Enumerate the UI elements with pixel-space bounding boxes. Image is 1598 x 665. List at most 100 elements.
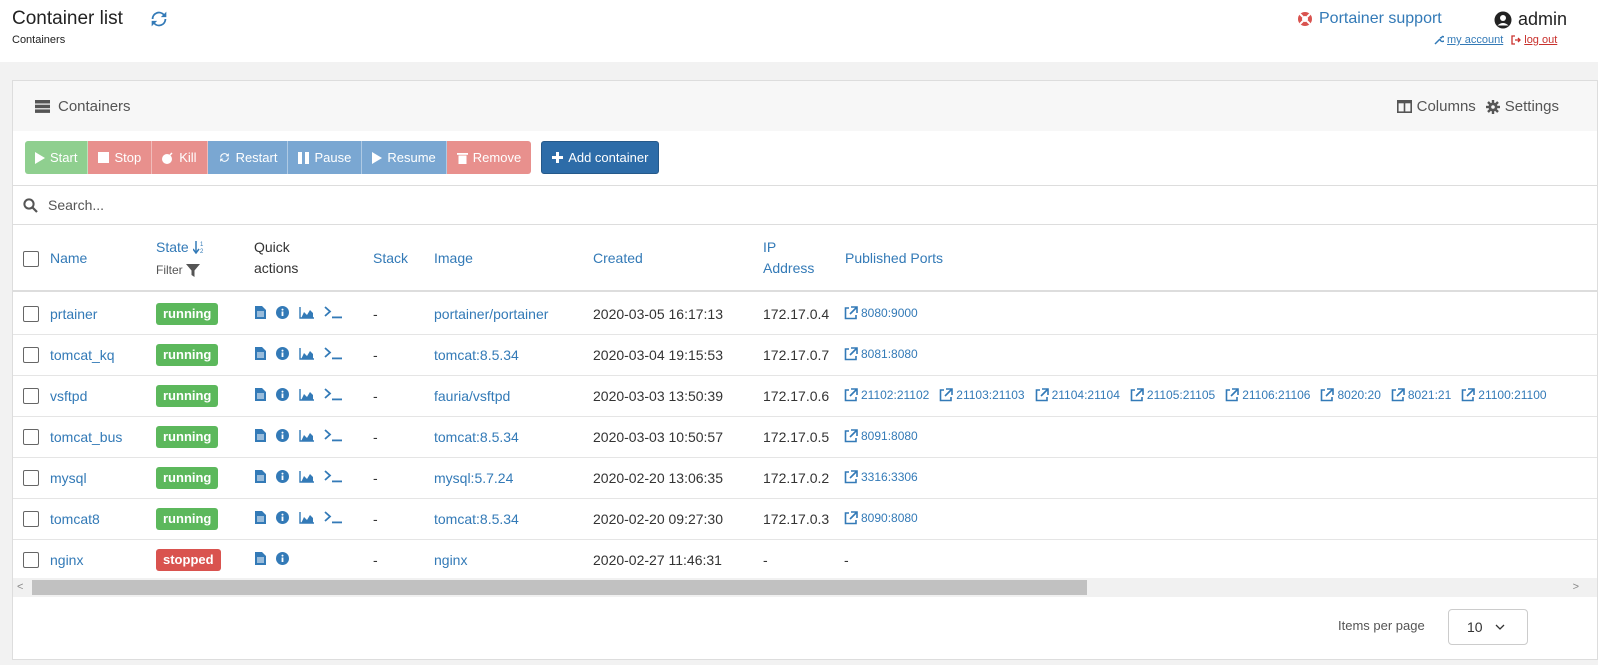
terminal-icon[interactable] xyxy=(324,347,342,360)
published-port-link[interactable]: 8021:21 xyxy=(1391,388,1451,402)
log-out-link[interactable]: log out xyxy=(1511,34,1557,46)
stop-button[interactable]: Stop xyxy=(88,141,153,174)
info-circle-icon[interactable] xyxy=(276,429,289,442)
row-checkbox[interactable] xyxy=(23,388,39,404)
area-chart-icon[interactable] xyxy=(299,388,314,401)
area-chart-icon[interactable] xyxy=(299,511,314,524)
area-chart-icon[interactable] xyxy=(299,470,314,483)
column-ip-1[interactable]: IP xyxy=(763,239,776,255)
image-link[interactable]: portainer/portainer xyxy=(434,306,548,322)
published-port-link[interactable]: 3316:3306 xyxy=(844,470,918,484)
published-port-link[interactable]: 8091:8080 xyxy=(844,429,918,443)
container-name-link[interactable]: tomcat_kq xyxy=(50,347,115,363)
quick-actions xyxy=(255,429,342,442)
resume-button[interactable]: Resume xyxy=(362,141,447,174)
image-link[interactable]: mysql:5.7.24 xyxy=(434,470,513,486)
kill-button[interactable]: Kill xyxy=(152,141,208,174)
refresh-icon[interactable] xyxy=(148,8,170,30)
stack-value: - xyxy=(373,552,378,568)
row-checkbox[interactable] xyxy=(23,511,39,527)
info-circle-icon[interactable] xyxy=(276,470,289,483)
container-name-link[interactable]: prtainer xyxy=(50,306,97,322)
image-link[interactable]: tomcat:8.5.34 xyxy=(434,429,519,445)
file-icon[interactable] xyxy=(255,470,266,483)
remove-button[interactable]: Remove xyxy=(446,141,532,174)
filter-icon xyxy=(185,263,200,277)
file-icon[interactable] xyxy=(255,511,266,524)
scrollbar-thumb[interactable] xyxy=(32,580,1087,595)
terminal-icon[interactable] xyxy=(324,306,342,319)
horizontal-scrollbar[interactable]: < > xyxy=(13,578,1597,597)
published-port-link[interactable]: 21104:21104 xyxy=(1035,388,1120,402)
image-link[interactable]: nginx xyxy=(434,552,467,568)
column-published-ports[interactable]: Published Ports xyxy=(845,250,943,266)
published-port-link[interactable]: 8081:8080 xyxy=(844,347,918,361)
published-port-link[interactable]: 21105:21105 xyxy=(1130,388,1215,402)
portainer-support-link[interactable]: Portainer support xyxy=(1297,10,1442,28)
file-icon[interactable] xyxy=(255,347,266,360)
page-title: Container list xyxy=(12,8,123,29)
area-chart-icon[interactable] xyxy=(299,347,314,360)
scroll-left-arrow[interactable]: < xyxy=(17,581,23,593)
image-link[interactable]: tomcat:8.5.34 xyxy=(434,347,519,363)
published-port-link[interactable]: 21100:21100 xyxy=(1461,388,1547,402)
row-checkbox[interactable] xyxy=(23,470,39,486)
container-name-link[interactable]: mysql xyxy=(50,470,87,486)
add-container-button[interactable]: Add container xyxy=(541,141,660,174)
column-ip-2[interactable]: Address xyxy=(763,260,814,276)
container-name-link[interactable]: tomcat_bus xyxy=(50,429,122,445)
published-port-link[interactable]: 8090:8080 xyxy=(844,511,918,525)
external-link-icon xyxy=(1391,388,1405,402)
published-port-link[interactable]: 21102:21102 xyxy=(844,388,929,402)
column-state[interactable]: State 1 2 xyxy=(156,239,205,255)
file-icon[interactable] xyxy=(255,388,266,401)
file-icon[interactable] xyxy=(255,306,266,319)
terminal-icon[interactable] xyxy=(324,388,342,401)
row-checkbox[interactable] xyxy=(23,429,39,445)
column-image[interactable]: Image xyxy=(434,250,473,266)
items-per-page-select[interactable]: 10 xyxy=(1448,609,1528,645)
area-chart-icon[interactable] xyxy=(299,429,314,442)
column-stack[interactable]: Stack xyxy=(373,250,408,266)
area-chart-icon[interactable] xyxy=(299,306,314,319)
table-row: tomcat_kq running - tomcat:8.5.34 2020-0… xyxy=(13,335,1597,376)
file-icon[interactable] xyxy=(255,552,266,565)
row-checkbox[interactable] xyxy=(23,347,39,363)
settings-button[interactable]: Settings xyxy=(1485,98,1559,115)
column-created[interactable]: Created xyxy=(593,250,643,266)
quick-actions xyxy=(255,306,342,319)
select-all-checkbox[interactable] xyxy=(23,251,39,267)
info-circle-icon[interactable] xyxy=(276,511,289,524)
pause-button[interactable]: Pause xyxy=(288,141,363,174)
info-circle-icon[interactable] xyxy=(276,552,289,565)
image-link[interactable]: tomcat:8.5.34 xyxy=(434,511,519,527)
row-checkbox[interactable] xyxy=(23,552,39,568)
published-port-link[interactable]: 21103:21103 xyxy=(939,388,1025,402)
created-value: 2020-02-27 11:46:31 xyxy=(593,552,722,568)
file-icon[interactable] xyxy=(255,429,266,442)
container-name-link[interactable]: tomcat8 xyxy=(50,511,100,527)
container-name-link[interactable]: nginx xyxy=(50,552,83,568)
info-circle-icon[interactable] xyxy=(276,306,289,319)
info-circle-icon[interactable] xyxy=(276,388,289,401)
columns-button[interactable]: Columns xyxy=(1396,98,1476,115)
published-port-link[interactable]: 8080:9000 xyxy=(844,306,918,320)
scroll-right-arrow[interactable]: > xyxy=(1573,581,1579,593)
my-account-link[interactable]: my account xyxy=(1434,34,1503,46)
row-checkbox[interactable] xyxy=(23,306,39,322)
image-link[interactable]: fauria/vsftpd xyxy=(434,388,510,404)
terminal-icon[interactable] xyxy=(324,470,342,483)
ip-address-value: - xyxy=(763,552,768,568)
published-port-link[interactable]: 21106:21106 xyxy=(1225,388,1310,402)
terminal-icon[interactable] xyxy=(324,429,342,442)
restart-button[interactable]: Restart xyxy=(207,141,289,174)
container-name-link[interactable]: vsftpd xyxy=(50,388,87,404)
info-circle-icon[interactable] xyxy=(276,347,289,360)
state-filter[interactable]: Filter xyxy=(156,263,200,277)
terminal-icon[interactable] xyxy=(324,511,342,524)
column-name[interactable]: Name xyxy=(50,250,87,266)
start-button[interactable]: Start xyxy=(25,141,89,174)
published-port-link[interactable]: 8020:20 xyxy=(1320,388,1381,402)
search-input[interactable] xyxy=(48,197,548,213)
ip-address-value: 172.17.0.5 xyxy=(763,429,830,445)
